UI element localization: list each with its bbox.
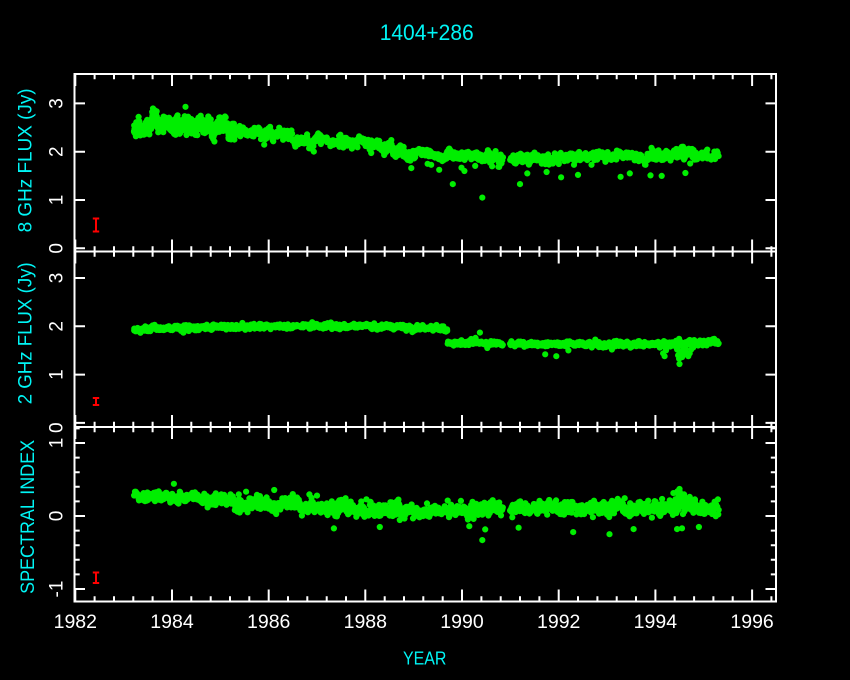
svg-text:1982: 1982: [54, 612, 97, 633]
svg-text:1: 1: [47, 438, 68, 449]
svg-text:1: 1: [47, 195, 68, 206]
svg-text:1986: 1986: [247, 612, 290, 633]
svg-text:YEAR: YEAR: [403, 648, 447, 669]
svg-text:3: 3: [47, 273, 68, 284]
svg-text:3: 3: [47, 98, 68, 109]
svg-text:0: 0: [47, 243, 68, 254]
svg-text:1404+286: 1404+286: [380, 20, 474, 45]
svg-text:SPECTRAL INDEX: SPECTRAL INDEX: [18, 440, 39, 594]
svg-text:2: 2: [47, 321, 68, 332]
svg-text:1994: 1994: [634, 612, 678, 633]
svg-text:0: 0: [47, 422, 68, 433]
svg-text:1984: 1984: [150, 612, 194, 633]
svg-text:2: 2: [47, 146, 68, 157]
svg-text:1992: 1992: [537, 612, 580, 633]
svg-text:1: 1: [47, 369, 68, 380]
svg-text:8 GHz FLUX (Jy): 8 GHz FLUX (Jy): [16, 88, 37, 232]
svg-text:-1: -1: [47, 581, 68, 598]
svg-text:0: 0: [47, 511, 68, 522]
svg-text:1996: 1996: [730, 612, 773, 633]
svg-text:2 GHz FLUX (Jy): 2 GHz FLUX (Jy): [16, 262, 37, 404]
svg-text:1990: 1990: [440, 612, 483, 633]
svg-text:1988: 1988: [344, 612, 387, 633]
